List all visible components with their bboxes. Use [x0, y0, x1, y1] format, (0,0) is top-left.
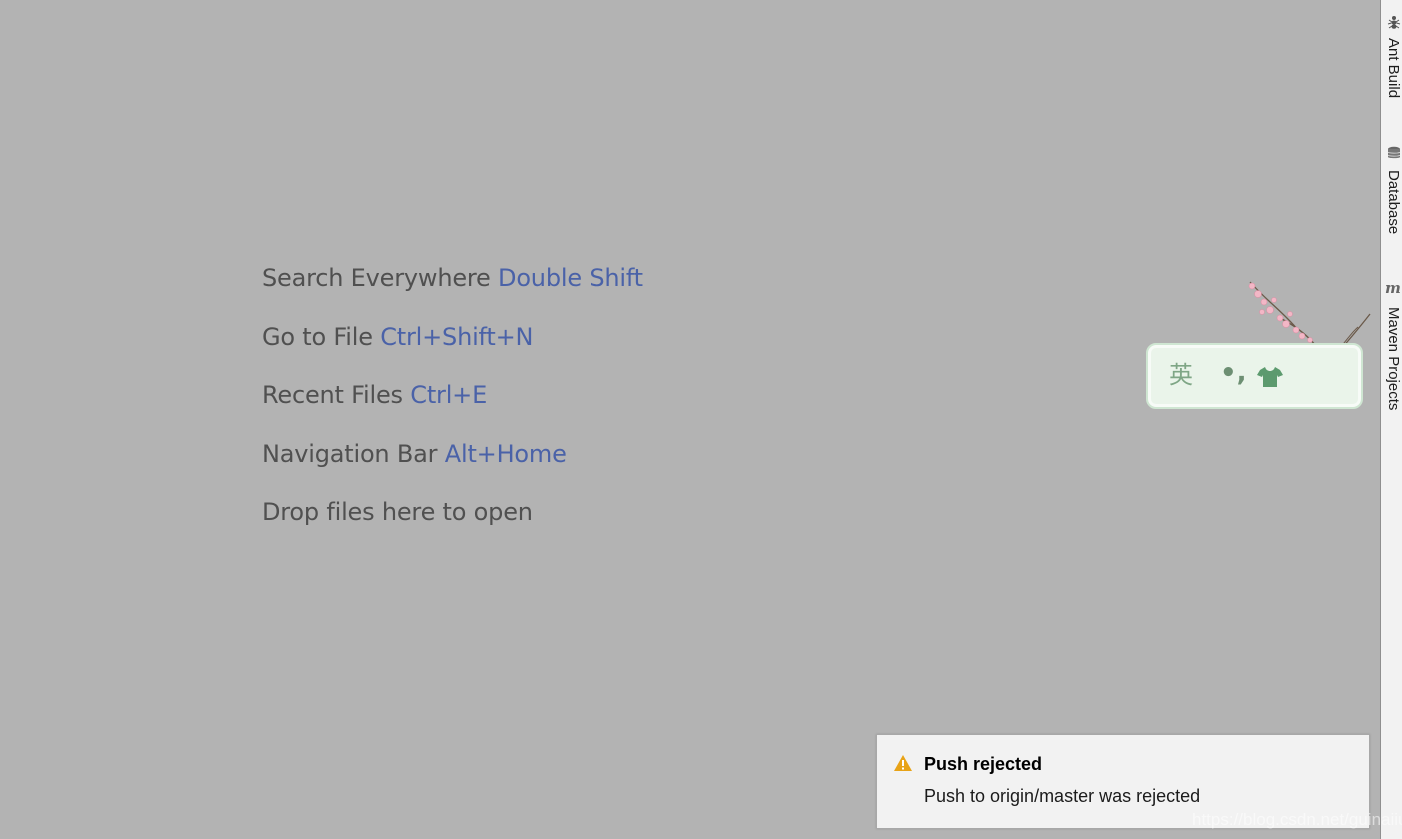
editor-empty-area[interactable]: Search Everywhere Double Shift Go to Fil… [0, 0, 1380, 839]
tool-window-maven-projects[interactable]: m Maven Projects [1381, 275, 1402, 425]
tool-window-ant-build[interactable]: Ant Build [1381, 10, 1402, 110]
hint-label: Navigation Bar [262, 439, 438, 468]
hint-shortcut: Ctrl+E [410, 381, 488, 410]
hint-label: Go to File [262, 322, 373, 351]
hint-shortcut: Ctrl+Shift+N [380, 322, 534, 351]
notification-message: Push to origin/master was rejected [924, 786, 1201, 806]
warning-icon [894, 755, 912, 771]
ime-language-toggle[interactable]: 英 [1169, 361, 1193, 389]
tool-window-label: Database [1385, 170, 1402, 235]
hint-navigation-bar: Navigation Bar Alt+Home [262, 440, 643, 499]
tool-window-label: Maven Projects [1385, 307, 1402, 411]
watermark: https://blog.csdn.net/guinaiiu [1192, 810, 1402, 829]
hint-search-everywhere: Search Everywhere Double Shift [262, 264, 643, 323]
hint-drop-files: Drop files here to open [262, 498, 643, 557]
hint-shortcut: Double Shift [498, 264, 643, 292]
right-tool-window-bar: Ant Build Database m Maven Projects [1380, 0, 1402, 839]
ime-punctuation-toggle[interactable]: •, [1220, 358, 1247, 388]
hint-label: Drop files here to open [262, 498, 533, 527]
ime-status-bar[interactable]: 英 •, [1146, 343, 1363, 409]
hint-go-to-file: Go to File Ctrl+Shift+N [262, 323, 643, 382]
shirt-icon[interactable] [1257, 366, 1283, 388]
tool-window-database[interactable]: Database [1381, 140, 1402, 245]
tool-window-label: Ant Build [1385, 38, 1402, 99]
ant-icon [1387, 16, 1401, 29]
database-icon [1387, 146, 1401, 159]
hint-shortcut: Alt+Home [444, 439, 567, 468]
hint-recent-files: Recent Files Ctrl+E [262, 381, 643, 440]
notification-title: Push rejected [924, 754, 1043, 774]
hint-label: Recent Files [262, 381, 403, 410]
svg-text:m: m [1385, 281, 1401, 295]
welcome-hints: Search Everywhere Double Shift Go to Fil… [262, 264, 643, 557]
hint-label: Search Everywhere [262, 264, 491, 292]
maven-icon: m [1385, 281, 1401, 295]
